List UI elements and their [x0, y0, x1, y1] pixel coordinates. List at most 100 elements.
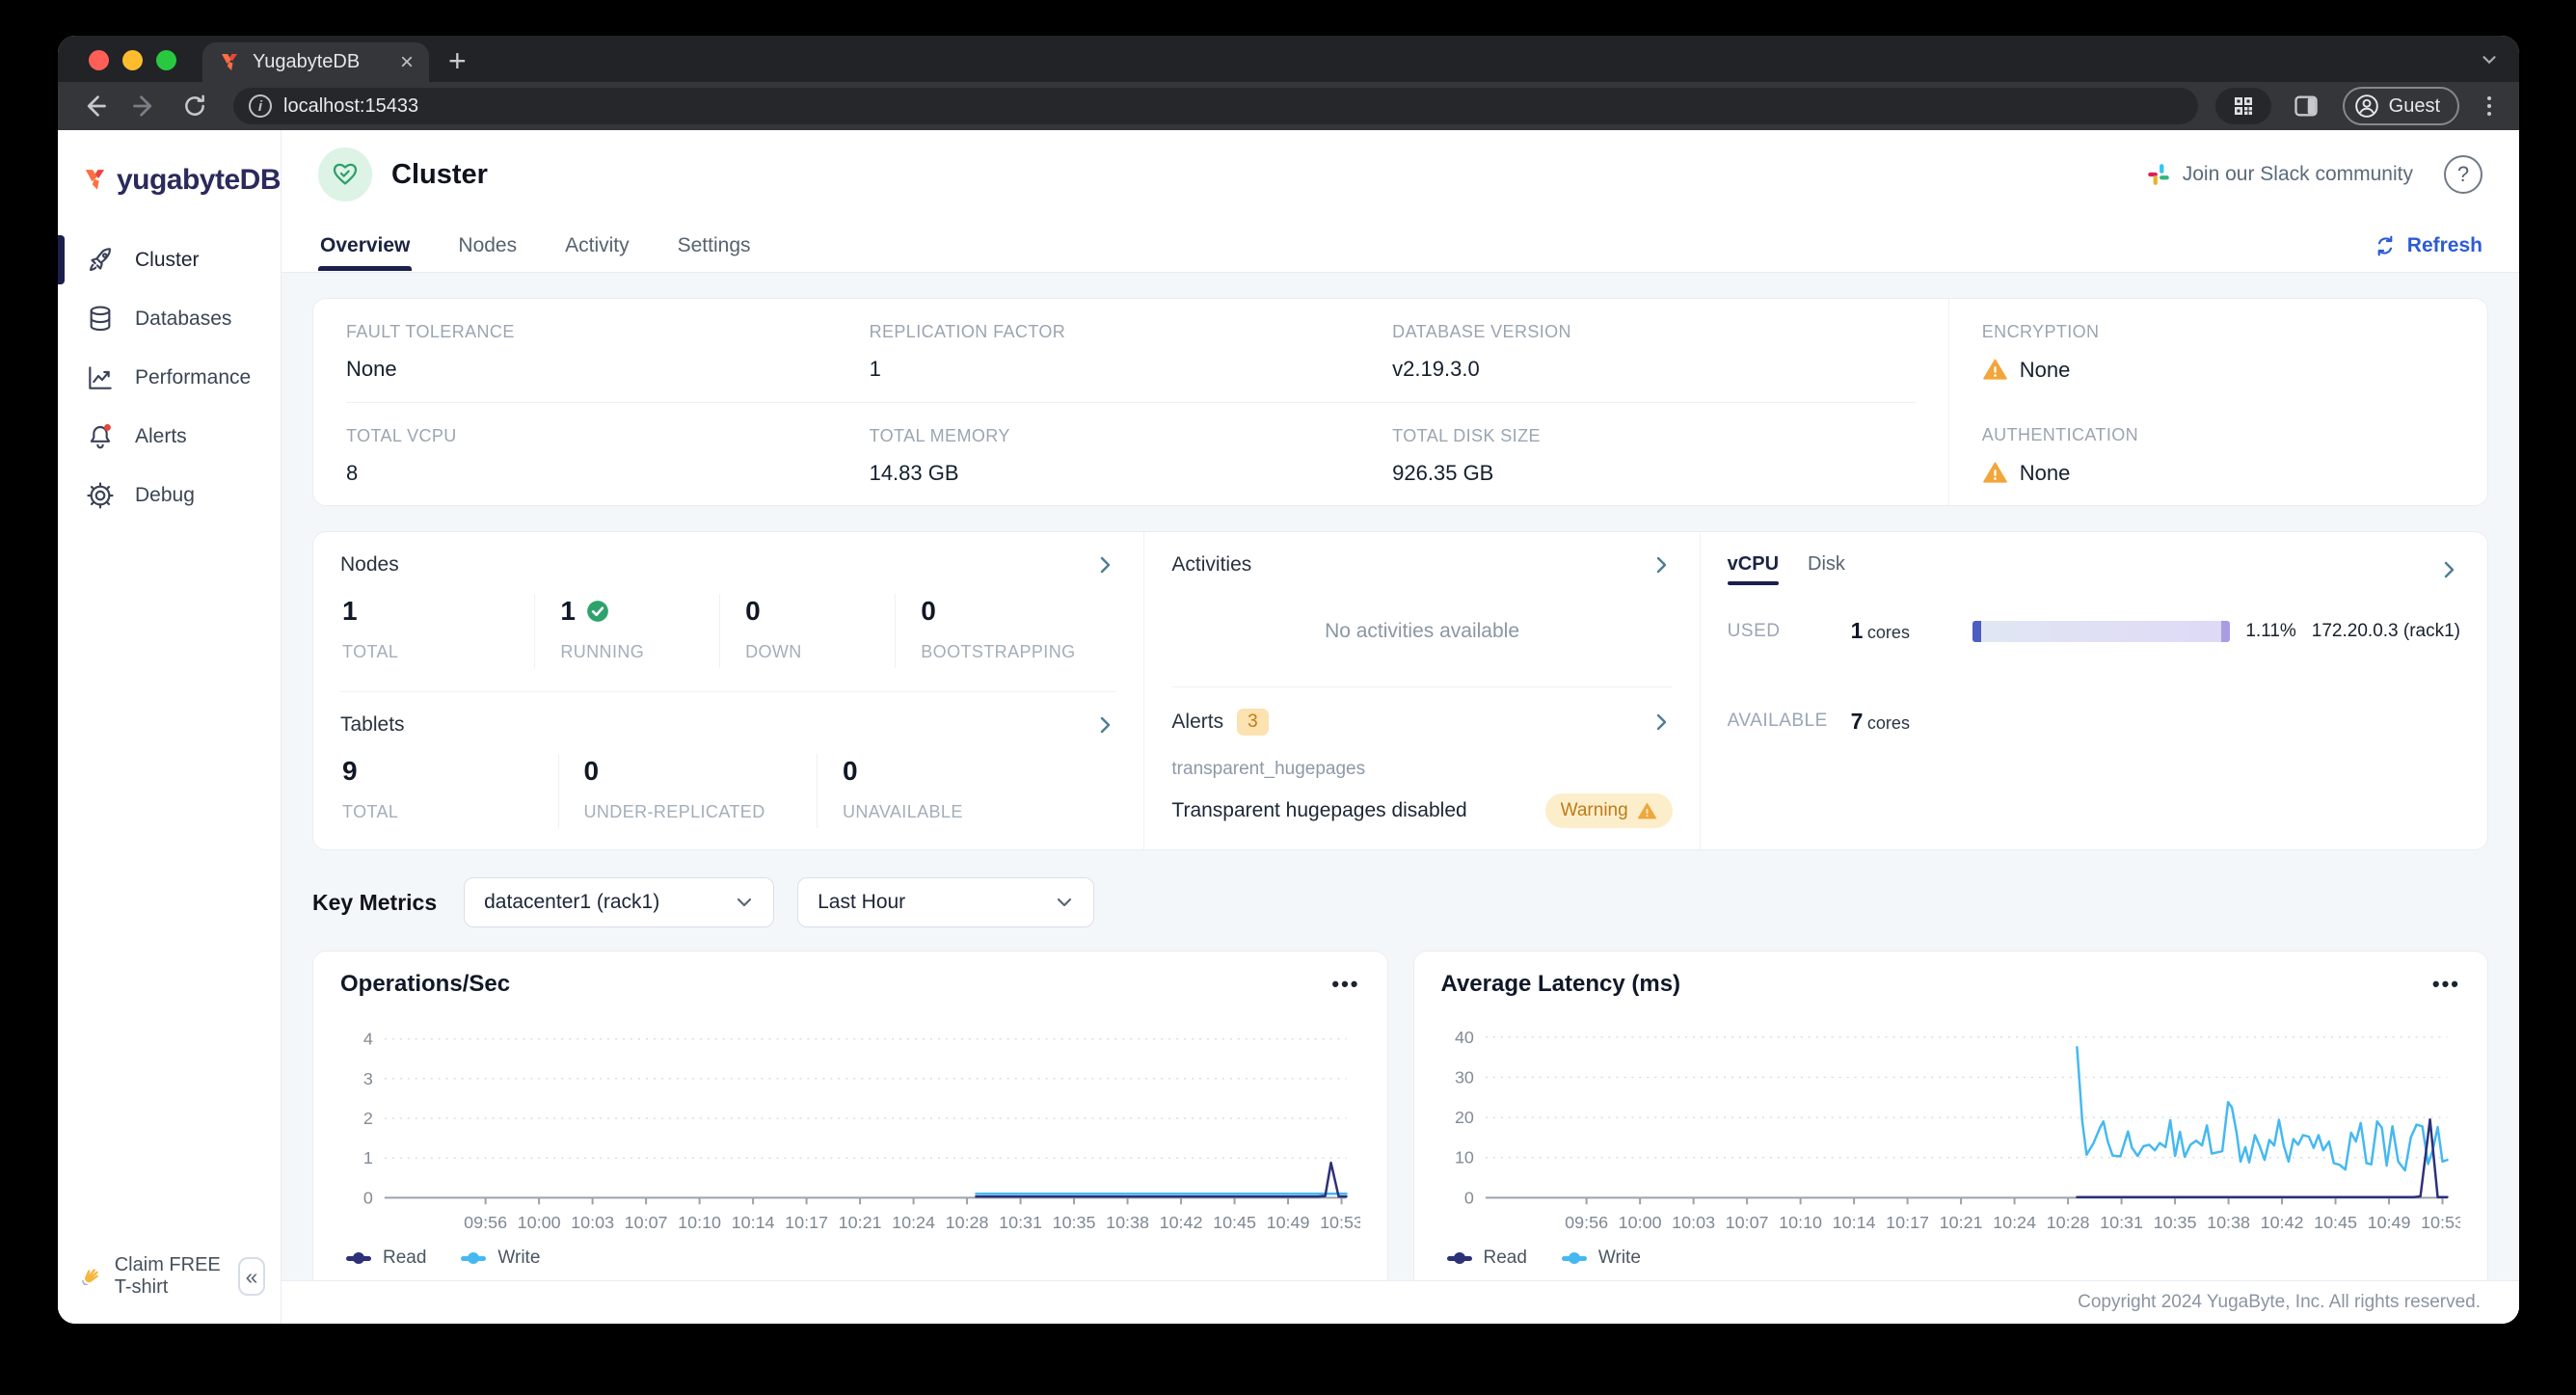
field-label: FAULT TOLERANCE: [346, 322, 515, 341]
replication-factor-field: REPLICATION FACTOR 1: [869, 299, 1393, 403]
tab-settings[interactable]: Settings: [676, 221, 753, 271]
overview-content: FAULT TOLERANCE None REPLICATION FACTOR …: [282, 273, 2519, 1292]
sidebar-item-label: Databases: [135, 307, 232, 330]
browser-tab[interactable]: YugabyteDB ×: [202, 42, 429, 82]
read-series-marker: [1446, 1252, 1472, 1265]
svg-text:10:45: 10:45: [2314, 1213, 2357, 1232]
legend-write[interactable]: Write: [1561, 1247, 1641, 1269]
region-select[interactable]: datacenter1 (rack1): [464, 877, 775, 927]
chart-menu-icon[interactable]: •••: [2432, 972, 2460, 997]
stat-label: BOOTSTRAPPING: [921, 642, 1076, 661]
tablets-under-replicated-stat: 0 UNDER-REPLICATED: [557, 754, 817, 828]
svg-text:10:31: 10:31: [999, 1213, 1042, 1232]
read-series-marker: [346, 1252, 371, 1265]
chart-legend: Read Write: [1441, 1244, 2461, 1274]
chart-legend: Read Write: [340, 1244, 1360, 1274]
tab-nodes[interactable]: Nodes: [456, 221, 519, 271]
legend-read[interactable]: Read: [346, 1247, 426, 1269]
stat-label: UNDER-REPLICATED: [583, 802, 765, 821]
nodes-running-stat: 1 RUNNING: [534, 594, 719, 668]
minimize-window-button[interactable]: [122, 50, 143, 70]
rocket-icon: [89, 247, 111, 271]
alerts-chevron-icon[interactable]: [1650, 711, 1673, 734]
sidebar-item-databases[interactable]: Databases: [71, 291, 267, 346]
zoom-window-button[interactable]: [156, 50, 176, 70]
sidebar-item-debug[interactable]: Debug: [71, 468, 267, 523]
tab-disk[interactable]: Disk: [1808, 553, 1845, 585]
help-icon[interactable]: ?: [2444, 155, 2482, 194]
refresh-button[interactable]: Refresh: [2373, 233, 2482, 258]
sidebar-collapse-button[interactable]: «: [237, 1257, 265, 1296]
claim-tshirt-link[interactable]: Claim FREE T-shirt: [115, 1254, 225, 1299]
tab-activity[interactable]: Activity: [563, 221, 631, 271]
back-button[interactable]: [73, 87, 116, 125]
key-metrics-title: Key Metrics: [312, 889, 438, 915]
available-cores-value: 7: [1850, 708, 1864, 734]
site-info-icon[interactable]: i: [249, 94, 272, 118]
svg-text:10:24: 10:24: [1993, 1213, 2036, 1232]
activities-chevron-icon[interactable]: [1650, 553, 1673, 577]
sidebar-item-performance[interactable]: Performance: [71, 350, 267, 405]
activities-panel-title: Activities: [1171, 553, 1252, 576]
legend-read[interactable]: Read: [1446, 1247, 1527, 1269]
cluster-status-card: Nodes 1 TOTAL 1 RUNNING 0 DOWN 0 BOOTSTR…: [312, 531, 2488, 850]
page-title: Cluster: [391, 158, 488, 190]
tab-search-icon[interactable]: [2479, 49, 2500, 70]
reload-button[interactable]: [174, 87, 216, 125]
tab-vcpu[interactable]: vCPU: [1727, 553, 1780, 585]
sidebar-item-alerts[interactable]: Alerts: [71, 409, 267, 464]
svg-text:10:31: 10:31: [2100, 1213, 2143, 1232]
tablets-total-stat: 9 TOTAL: [340, 754, 558, 828]
svg-text:10:53: 10:53: [1320, 1213, 1359, 1232]
svg-text:10:14: 10:14: [732, 1213, 775, 1232]
legend-write[interactable]: Write: [461, 1247, 540, 1269]
vcpu-usage-bar: [1972, 620, 2231, 642]
svg-text:09:56: 09:56: [464, 1213, 507, 1232]
authentication-field: AUTHENTICATION None: [1982, 402, 2455, 505]
close-window-button[interactable]: [89, 50, 109, 70]
field-label: TOTAL VCPU: [346, 425, 457, 445]
used-cores-unit: cores: [1866, 623, 1910, 642]
page-header: Cluster Join our Slack community ?: [282, 130, 2519, 219]
field-label: DATABASE VERSION: [1392, 322, 1571, 341]
refresh-label: Refresh: [2406, 233, 2482, 256]
total-vcpu-field: TOTAL VCPU 8: [346, 403, 870, 506]
url-text: localhost:15433: [283, 94, 419, 117]
time-range-select[interactable]: Last Hour: [797, 877, 1095, 927]
new-tab-button[interactable]: +: [448, 45, 467, 76]
tab-overview[interactable]: Overview: [318, 221, 413, 271]
cluster-summary-card: FAULT TOLERANCE None REPLICATION FACTOR …: [312, 298, 2488, 506]
alert-name[interactable]: transparent_hugepages: [1171, 759, 1672, 780]
svg-text:10: 10: [1454, 1148, 1473, 1167]
sidebar-item-cluster[interactable]: Cluster: [58, 232, 267, 287]
database-version-field: DATABASE VERSION v2.19.3.0: [1392, 299, 1916, 403]
used-node-address: 172.20.0.3 (rack1): [2311, 620, 2460, 641]
slack-community-link[interactable]: Join our Slack community: [2146, 162, 2413, 187]
latency-chart: 0 10 20 30 40 09:56 10:00 10:03 10:07 10:10 10:14 1…: [1454, 1028, 2460, 1232]
latency-chart-card: Average Latency (ms) ••• 0 10 20 30 40 09:56 1…: [1412, 951, 2488, 1292]
legend-label: Write: [497, 1247, 541, 1269]
tablets-chevron-icon[interactable]: [1093, 713, 1116, 737]
profile-button[interactable]: Guest: [2342, 87, 2459, 125]
nodes-chevron-icon[interactable]: [1093, 553, 1116, 577]
chart-menu-icon[interactable]: •••: [1331, 972, 1359, 997]
svg-text:10:45: 10:45: [1213, 1213, 1256, 1232]
tab-close-icon[interactable]: ×: [400, 50, 414, 74]
side-panel-icon[interactable]: [2285, 87, 2327, 125]
warning-badge-label: Warning: [1560, 800, 1628, 820]
vcpu-available-row: AVAILABLE 7 cores: [1728, 654, 2460, 789]
qr-code-icon[interactable]: [2214, 88, 2271, 124]
browser-menu-icon[interactable]: [2475, 96, 2504, 116]
total-memory-field: TOTAL MEMORY 14.83 GB: [870, 403, 1393, 506]
slack-link-label: Join our Slack community: [2182, 163, 2413, 185]
address-bar[interactable]: i localhost:15433: [233, 88, 2198, 124]
alert-message: Transparent hugepages disabled: [1171, 799, 1467, 821]
usage-chevron-icon[interactable]: [2437, 558, 2460, 581]
forward-button[interactable]: [123, 87, 166, 125]
refresh-icon: [2377, 235, 2393, 255]
alert-dot: [104, 423, 111, 431]
svg-text:10:35: 10:35: [1053, 1213, 1096, 1232]
performance-icon: [89, 365, 112, 389]
nodes-bootstrapping-stat: 0 BOOTSTRAPPING: [895, 594, 1116, 668]
tablets-panel-title: Tablets: [340, 713, 405, 736]
